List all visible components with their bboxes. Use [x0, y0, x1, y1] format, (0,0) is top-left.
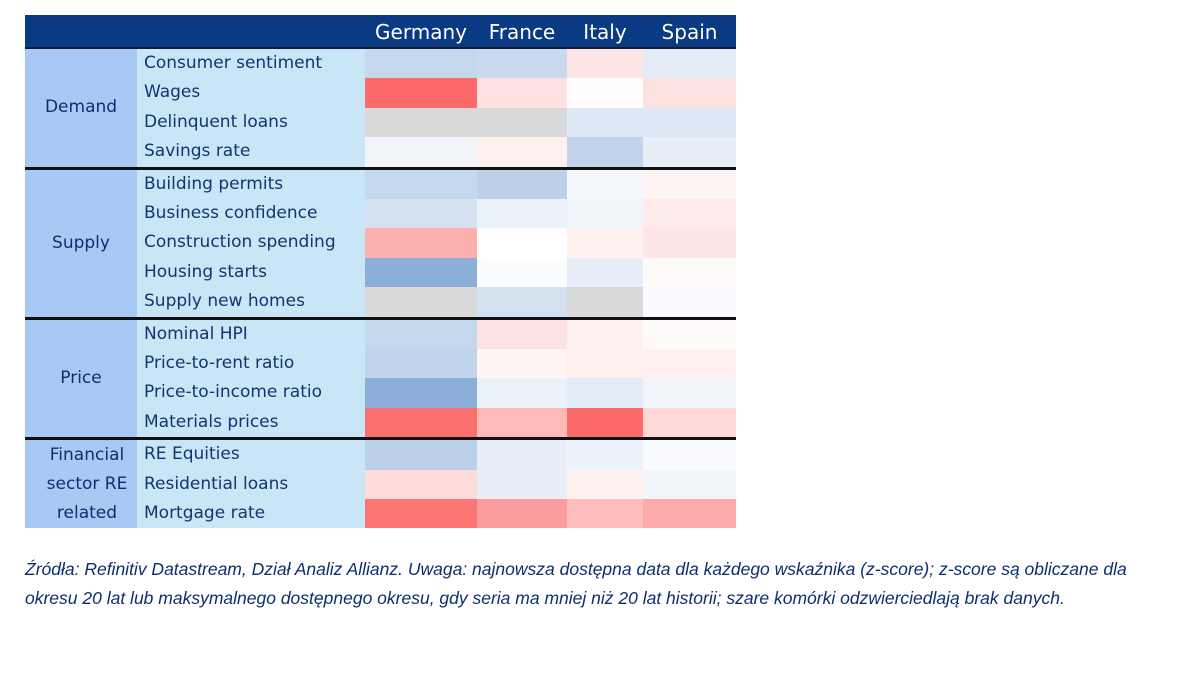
heatmap-cell-germany — [365, 378, 477, 408]
row-label: Supply new homes — [137, 287, 365, 317]
heatmap-cell-germany — [365, 469, 477, 499]
row-label: Housing starts — [137, 257, 365, 288]
heatmap-cell-france — [477, 349, 567, 379]
heatmap-cell-france — [477, 440, 567, 470]
heatmap-cell-italy — [567, 469, 643, 499]
heatmap-cell-france — [477, 319, 567, 349]
column-header-italy: Italy — [583, 20, 627, 44]
heatmap-cell-italy — [567, 499, 643, 529]
heatmap-cell-spain — [643, 199, 736, 229]
heatmap-cell-italy — [567, 349, 643, 379]
heatmap-cell-germany — [365, 440, 477, 470]
heatmap-cell-germany — [365, 228, 477, 258]
row-label: Mortgage rate — [137, 499, 365, 529]
heatmap-cell-italy — [567, 107, 643, 138]
row-label: Residential loans — [137, 469, 365, 499]
column-header-france: France — [488, 20, 556, 44]
heatmap-cell-france — [477, 287, 567, 317]
heatmap-cell-germany — [365, 199, 477, 229]
row-label: RE Equities — [137, 440, 365, 470]
row-label: Savings rate — [137, 137, 365, 167]
heatmap-cell-spain — [643, 49, 736, 79]
group-label-demand: Demand — [25, 49, 137, 167]
heatmap-cell-france — [477, 137, 567, 167]
heatmap-cell-france — [477, 169, 567, 199]
heatmap-cell-spain — [643, 228, 736, 258]
heatmap-cell-france — [477, 499, 567, 529]
heatmap-cell-spain — [643, 469, 736, 499]
heatmap-cell-spain — [643, 349, 736, 379]
row-label: Nominal HPI — [137, 319, 365, 349]
heatmap-cell-france — [477, 407, 567, 438]
group-label-price: Price — [25, 319, 137, 438]
source-caption: Źródła: Refinitiv Datastream, Dział Anal… — [25, 559, 1127, 608]
group-label-supply: Supply — [25, 169, 137, 317]
heatmap-cell-spain — [643, 378, 736, 408]
heatmap-cell-italy — [567, 440, 643, 470]
heatmap-cell-italy — [567, 287, 643, 317]
heatmap-cell-spain — [643, 440, 736, 470]
heatmap-cell-germany — [365, 107, 477, 138]
row-label: Price-to-rent ratio — [137, 349, 365, 379]
heatmap-cell-germany — [365, 287, 477, 317]
heatmap-cell-germany — [365, 137, 477, 167]
heatmap-cell-france — [477, 78, 567, 108]
heatmap-cell-spain — [643, 107, 736, 138]
heatmap-cell-italy — [567, 407, 643, 438]
heatmap-cell-italy — [567, 199, 643, 229]
column-header-germany: Germany — [375, 20, 467, 44]
row-label: Price-to-income ratio — [137, 378, 365, 408]
heatmap-cell-italy — [567, 169, 643, 199]
heatmap-cell-germany — [365, 257, 477, 288]
heatmap-cell-germany — [365, 49, 477, 79]
row-label: Building permits — [137, 169, 365, 199]
row-label: Consumer sentiment — [137, 49, 365, 79]
heatmap-cell-italy — [567, 319, 643, 349]
heatmap-cell-spain — [643, 257, 736, 288]
heatmap-cell-germany — [365, 499, 477, 529]
heatmap-cell-france — [477, 199, 567, 229]
row-label: Business confidence — [137, 199, 365, 229]
heatmap-cell-spain — [643, 78, 736, 108]
heatmap-cell-spain — [643, 137, 736, 167]
row-label: Materials prices — [137, 407, 365, 438]
row-label: Wages — [137, 78, 365, 108]
heatmap-cell-germany — [365, 78, 477, 108]
heatmap-cell-italy — [567, 49, 643, 79]
row-label: Delinquent loans — [137, 107, 365, 138]
heatmap-cell-italy — [567, 78, 643, 108]
heatmap-cell-italy — [567, 228, 643, 258]
heatmap-cell-germany — [365, 319, 477, 349]
row-label: Construction spending — [137, 228, 365, 258]
heatmap-cell-spain — [643, 287, 736, 317]
heatmap-cell-spain — [643, 499, 736, 529]
heatmap-cell-germany — [365, 349, 477, 379]
heatmap-cell-spain — [643, 169, 736, 199]
heatmap-cell-france — [477, 469, 567, 499]
heatmap-cell-france — [477, 257, 567, 288]
heatmap-cell-france — [477, 228, 567, 258]
heatmap-cell-france — [477, 378, 567, 408]
heatmap-cell-italy — [567, 257, 643, 288]
column-header-spain: Spain — [661, 20, 718, 44]
heatmap-cell-spain — [643, 407, 736, 438]
heatmap-cell-france — [477, 107, 567, 138]
heatmap-cell-germany — [365, 407, 477, 438]
heatmap-cell-italy — [567, 137, 643, 167]
heatmap-cell-germany — [365, 169, 477, 199]
heatmap-cell-italy — [567, 378, 643, 408]
heatmap-cell-spain — [643, 319, 736, 349]
heatmap-cell-france — [477, 49, 567, 79]
group-label-financial-sector-re-related: Financial sector RE related — [25, 440, 149, 529]
